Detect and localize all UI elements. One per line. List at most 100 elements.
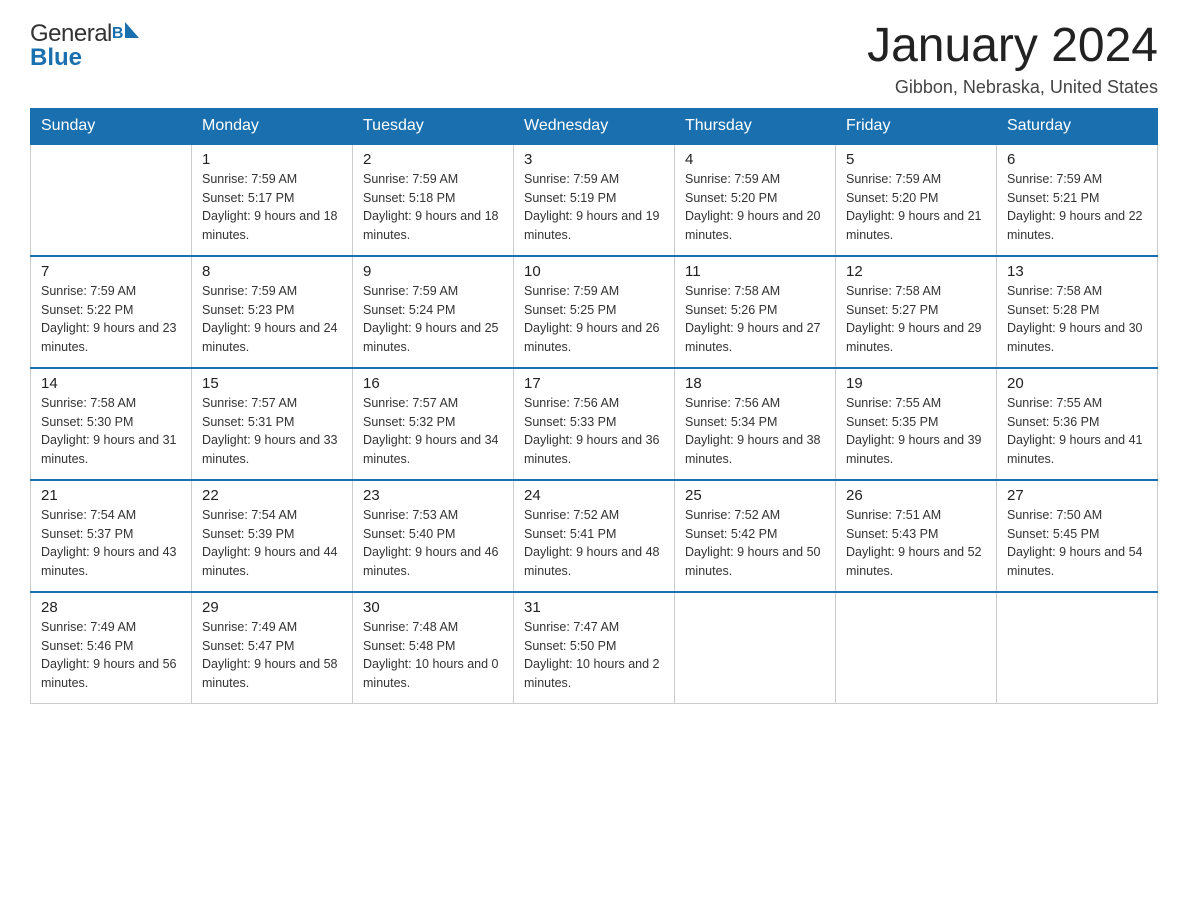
calendar-day-15: 15Sunrise: 7:57 AMSunset: 5:31 PMDayligh…: [192, 368, 353, 480]
calendar-day-17: 17 Sunrise: 7:56 AMSunset: 5:33 PMDayligh…: [514, 368, 675, 480]
calendar-week-row: 28Sunrise: 7:49 AMSunset: 5:46 PMDayligh…: [31, 592, 1158, 704]
day-number: 14: [41, 375, 181, 392]
day-info: Sunrise: 7:50 AMSunset: 5:45 PMDaylight:…: [1007, 506, 1147, 581]
calendar-week-row: 1 Sunrise: 7:59 AMSunset: 5:17 PMDaylight…: [31, 144, 1158, 256]
day-number: 7: [41, 263, 181, 280]
day-info: Sunrise: 7:59 AMSunset: 5:24 PMDaylight:…: [363, 282, 503, 357]
calendar-day-21: 21 Sunrise: 7:54 AMSunset: 5:37 PMDayligh…: [31, 480, 192, 592]
day-info: Sunrise: 7:47 AMSunset: 5:50 PMDaylight:…: [524, 618, 664, 693]
calendar-day-3: 3 Sunrise: 7:59 AMSunset: 5:19 PMDaylight…: [514, 144, 675, 256]
logo: GeneralB Blue: [30, 20, 139, 72]
day-info: Sunrise: 7:55 AMSunset: 5:36 PMDaylight:…: [1007, 394, 1147, 469]
logo-b-text: B: [112, 25, 124, 43]
day-info: Sunrise: 7:58 AMSunset: 5:26 PMDaylight:…: [685, 282, 825, 357]
calendar-day-22: 22 Sunrise: 7:54 AMSunset: 5:39 PMDayligh…: [192, 480, 353, 592]
calendar-day-12: 12Sunrise: 7:58 AMSunset: 5:27 PMDayligh…: [836, 256, 997, 368]
day-info: Sunrise: 7:59 AMSunset: 5:22 PMDaylight:…: [41, 282, 181, 357]
calendar-day-24: 24 Sunrise: 7:52 AMSunset: 5:41 PMDayligh…: [514, 480, 675, 592]
calendar-day-20: 20Sunrise: 7:55 AMSunset: 5:36 PMDayligh…: [997, 368, 1158, 480]
day-number: 22: [202, 487, 342, 504]
calendar-day-2: 2Sunrise: 7:59 AMSunset: 5:18 PMDaylight…: [353, 144, 514, 256]
col-header-monday: Monday: [192, 108, 353, 144]
empty-cell: [836, 592, 997, 704]
day-info: Sunrise: 7:59 AMSunset: 5:20 PMDaylight:…: [846, 170, 986, 245]
day-info: Sunrise: 7:59 AMSunset: 5:21 PMDaylight:…: [1007, 170, 1147, 245]
day-number: 2: [363, 151, 503, 168]
col-header-friday: Friday: [836, 108, 997, 144]
calendar-table: SundayMondayTuesdayWednesdayThursdayFrid…: [30, 108, 1158, 704]
day-info: Sunrise: 7:53 AMSunset: 5:40 PMDaylight:…: [363, 506, 503, 581]
logo-blue-text: Blue: [30, 44, 82, 72]
day-number: 1: [202, 151, 342, 168]
calendar-day-16: 16 Sunrise: 7:57 AMSunset: 5:32 PMDayligh…: [353, 368, 514, 480]
day-info: Sunrise: 7:54 AMSunset: 5:39 PMDaylight:…: [202, 506, 342, 581]
calendar-day-11: 11 Sunrise: 7:58 AMSunset: 5:26 PMDayligh…: [675, 256, 836, 368]
calendar-day-5: 5 Sunrise: 7:59 AMSunset: 5:20 PMDaylight…: [836, 144, 997, 256]
calendar-day-8: 8 Sunrise: 7:59 AMSunset: 5:23 PMDaylight…: [192, 256, 353, 368]
day-number: 21: [41, 487, 181, 504]
day-number: 17: [524, 375, 664, 392]
day-number: 18: [685, 375, 825, 392]
page-header: GeneralB Blue January 2024 Gibbon, Nebra…: [30, 20, 1158, 98]
day-info: Sunrise: 7:49 AMSunset: 5:46 PMDaylight:…: [41, 618, 181, 693]
calendar-day-28: 28Sunrise: 7:49 AMSunset: 5:46 PMDayligh…: [31, 592, 192, 704]
calendar-day-19: 19 Sunrise: 7:55 AMSunset: 5:35 PMDayligh…: [836, 368, 997, 480]
day-info: Sunrise: 7:52 AMSunset: 5:41 PMDaylight:…: [524, 506, 664, 581]
calendar-day-14: 14Sunrise: 7:58 AMSunset: 5:30 PMDayligh…: [31, 368, 192, 480]
col-header-thursday: Thursday: [675, 108, 836, 144]
month-title: January 2024: [867, 20, 1158, 73]
day-info: Sunrise: 7:59 AMSunset: 5:23 PMDaylight:…: [202, 282, 342, 357]
day-number: 27: [1007, 487, 1147, 504]
title-block: January 2024 Gibbon, Nebraska, United St…: [867, 20, 1158, 98]
calendar-day-26: 26Sunrise: 7:51 AMSunset: 5:43 PMDayligh…: [836, 480, 997, 592]
day-info: Sunrise: 7:58 AMSunset: 5:28 PMDaylight:…: [1007, 282, 1147, 357]
day-number: 5: [846, 151, 986, 168]
day-info: Sunrise: 7:59 AMSunset: 5:20 PMDaylight:…: [685, 170, 825, 245]
calendar-week-row: 14Sunrise: 7:58 AMSunset: 5:30 PMDayligh…: [31, 368, 1158, 480]
day-info: Sunrise: 7:48 AMSunset: 5:48 PMDaylight:…: [363, 618, 503, 693]
day-number: 9: [363, 263, 503, 280]
day-number: 6: [1007, 151, 1147, 168]
col-header-wednesday: Wednesday: [514, 108, 675, 144]
calendar-day-27: 27 Sunrise: 7:50 AMSunset: 5:45 PMDayligh…: [997, 480, 1158, 592]
day-number: 16: [363, 375, 503, 392]
day-number: 8: [202, 263, 342, 280]
day-number: 25: [685, 487, 825, 504]
day-number: 3: [524, 151, 664, 168]
day-info: Sunrise: 7:51 AMSunset: 5:43 PMDaylight:…: [846, 506, 986, 581]
day-number: 31: [524, 599, 664, 616]
day-info: Sunrise: 7:59 AMSunset: 5:19 PMDaylight:…: [524, 170, 664, 245]
col-header-tuesday: Tuesday: [353, 108, 514, 144]
calendar-week-row: 21 Sunrise: 7:54 AMSunset: 5:37 PMDayligh…: [31, 480, 1158, 592]
day-number: 4: [685, 151, 825, 168]
calendar-day-7: 7 Sunrise: 7:59 AMSunset: 5:22 PMDaylight…: [31, 256, 192, 368]
calendar-day-9: 9 Sunrise: 7:59 AMSunset: 5:24 PMDaylight…: [353, 256, 514, 368]
day-info: Sunrise: 7:57 AMSunset: 5:31 PMDaylight:…: [202, 394, 342, 469]
day-info: Sunrise: 7:54 AMSunset: 5:37 PMDaylight:…: [41, 506, 181, 581]
day-number: 10: [524, 263, 664, 280]
calendar-day-31: 31 Sunrise: 7:47 AMSunset: 5:50 PMDayligh…: [514, 592, 675, 704]
day-info: Sunrise: 7:52 AMSunset: 5:42 PMDaylight:…: [685, 506, 825, 581]
day-info: Sunrise: 7:59 AMSunset: 5:17 PMDaylight:…: [202, 170, 342, 245]
calendar-day-30: 30Sunrise: 7:48 AMSunset: 5:48 PMDayligh…: [353, 592, 514, 704]
calendar-day-18: 18 Sunrise: 7:56 AMSunset: 5:34 PMDayligh…: [675, 368, 836, 480]
empty-cell: [675, 592, 836, 704]
day-number: 11: [685, 263, 825, 280]
calendar-day-6: 6 Sunrise: 7:59 AMSunset: 5:21 PMDaylight…: [997, 144, 1158, 256]
empty-cell: [31, 144, 192, 256]
calendar-day-4: 4 Sunrise: 7:59 AMSunset: 5:20 PMDaylight…: [675, 144, 836, 256]
calendar-day-1: 1 Sunrise: 7:59 AMSunset: 5:17 PMDaylight…: [192, 144, 353, 256]
calendar-day-25: 25 Sunrise: 7:52 AMSunset: 5:42 PMDayligh…: [675, 480, 836, 592]
day-number: 24: [524, 487, 664, 504]
day-number: 23: [363, 487, 503, 504]
day-info: Sunrise: 7:57 AMSunset: 5:32 PMDaylight:…: [363, 394, 503, 469]
day-info: Sunrise: 7:56 AMSunset: 5:33 PMDaylight:…: [524, 394, 664, 469]
day-info: Sunrise: 7:55 AMSunset: 5:35 PMDaylight:…: [846, 394, 986, 469]
logo-triangle-icon: [125, 22, 139, 38]
day-info: Sunrise: 7:56 AMSunset: 5:34 PMDaylight:…: [685, 394, 825, 469]
col-header-sunday: Sunday: [31, 108, 192, 144]
day-info: Sunrise: 7:49 AMSunset: 5:47 PMDaylight:…: [202, 618, 342, 693]
calendar-day-29: 29Sunrise: 7:49 AMSunset: 5:47 PMDayligh…: [192, 592, 353, 704]
day-number: 13: [1007, 263, 1147, 280]
day-number: 19: [846, 375, 986, 392]
